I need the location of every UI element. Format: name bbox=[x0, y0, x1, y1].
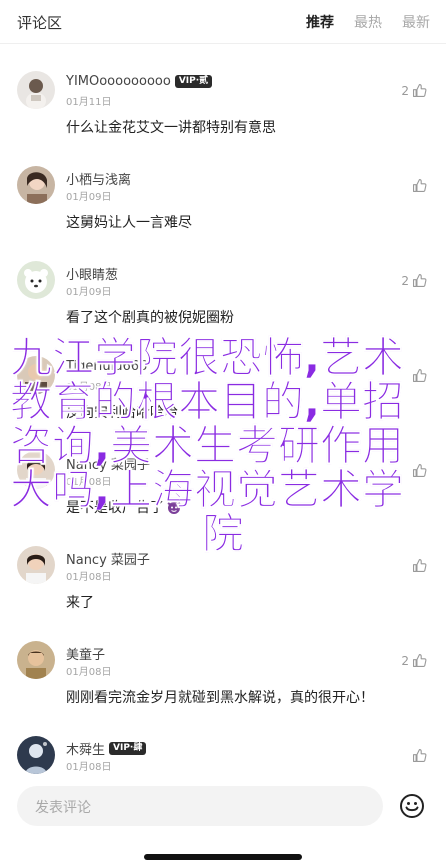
comment-date: 01月08日 bbox=[66, 382, 112, 393]
comment-item: Nancy 菜园子 01月08日 是不是收广告了 bbox=[0, 424, 446, 518]
comment-author-row: 小眼睛葱 bbox=[66, 264, 118, 283]
comment-text: 刚刚看完流金岁月就碰到黑水解说，真的很开心！ bbox=[66, 690, 374, 706]
comment-input[interactable]: 发表评论 bbox=[17, 786, 383, 826]
avatar[interactable] bbox=[17, 736, 55, 774]
comment-text: 是不是收广告了 bbox=[66, 497, 182, 519]
thumbs-up-icon bbox=[411, 177, 428, 194]
comment-input-placeholder: 发表评论 bbox=[35, 800, 91, 816]
comment-list[interactable]: YIMOooooooooo VIP·贰 01月11日 什么让金花艾文一讲都特别有… bbox=[0, 44, 446, 774]
tab-recommended[interactable]: 推荐 bbox=[306, 12, 334, 32]
tab-hottest[interactable]: 最热 bbox=[354, 12, 382, 32]
avatar[interactable] bbox=[17, 166, 55, 204]
comment-author[interactable]: 木舜生 bbox=[66, 739, 105, 758]
comment-author[interactable]: Tigerlulu666 bbox=[66, 359, 147, 374]
comments-header: 评论区 推荐 最热 最新 bbox=[0, 0, 446, 44]
avatar[interactable] bbox=[17, 641, 55, 679]
like-button[interactable]: 2 bbox=[401, 272, 428, 289]
comment-item: Nancy 菜园子 01月08日 来了 bbox=[0, 519, 446, 613]
avatar[interactable] bbox=[17, 261, 55, 299]
comment-author-row: YIMOooooooooo VIP·贰 bbox=[66, 74, 213, 89]
comment-date: 01月09日 bbox=[66, 287, 112, 298]
avatar[interactable] bbox=[17, 451, 55, 489]
header-title: 评论区 bbox=[17, 14, 63, 32]
like-button[interactable] bbox=[409, 462, 428, 479]
comment-text: 什么让金花艾文一讲都特别有意思 bbox=[66, 120, 276, 136]
vip-badge: VIP·肆 bbox=[109, 742, 147, 755]
comment-date: 01月08日 bbox=[66, 477, 112, 488]
avatar[interactable] bbox=[17, 546, 55, 584]
avatar[interactable] bbox=[17, 71, 55, 109]
avatar[interactable] bbox=[17, 356, 55, 394]
emoji-smile-icon[interactable] bbox=[399, 793, 425, 819]
comment-author-row: 美童子 bbox=[66, 644, 105, 663]
like-count: 2 bbox=[401, 273, 409, 288]
comment-text: 看了这个剧真的被倪妮圈粉 bbox=[66, 310, 234, 326]
devil-emoji-icon bbox=[166, 499, 182, 519]
comment-item: YIMOooooooooo VIP·贰 01月11日 什么让金花艾文一讲都特别有… bbox=[0, 44, 446, 138]
like-button[interactable] bbox=[409, 557, 428, 574]
comment-text-body: 是不是收广告了 bbox=[66, 500, 164, 516]
comment-author[interactable]: 小眼睛葱 bbox=[66, 264, 118, 283]
thumbs-up-icon bbox=[411, 272, 428, 289]
comment-text: 来了 bbox=[66, 595, 94, 611]
thumbs-up-icon bbox=[411, 557, 428, 574]
comment-author-row: 小栖与浅离 bbox=[66, 169, 131, 188]
comment-author-row: Tigerlulu666 bbox=[66, 359, 147, 374]
comment-item: 小栖与浅离 01月09日 这舅妈让人一言难尽 bbox=[0, 139, 446, 233]
thumbs-up-icon bbox=[411, 462, 428, 479]
comment-date: 01月11日 bbox=[66, 97, 112, 108]
comment-item: Tigerlulu666 01月08日 反向安利哈哈哈哈 bbox=[0, 329, 446, 423]
home-indicator bbox=[144, 854, 302, 860]
comment-author[interactable]: 小栖与浅离 bbox=[66, 169, 131, 188]
vip-badge: VIP·贰 bbox=[174, 75, 213, 88]
like-button[interactable]: 2 bbox=[401, 652, 428, 669]
comment-input-bar: 发表评论 bbox=[0, 776, 446, 868]
thumbs-up-icon bbox=[411, 652, 428, 669]
comment-date: 01月09日 bbox=[66, 192, 112, 203]
comment-date: 01月08日 bbox=[66, 762, 112, 773]
thumbs-up-icon bbox=[411, 747, 428, 764]
like-count: 2 bbox=[401, 653, 409, 668]
comment-date: 01月08日 bbox=[66, 572, 112, 583]
comment-date: 01月08日 bbox=[66, 667, 112, 678]
comment-author[interactable]: Nancy 菜园子 bbox=[66, 549, 150, 568]
like-button[interactable] bbox=[409, 747, 428, 764]
like-count: 2 bbox=[401, 83, 409, 98]
tab-newest[interactable]: 最新 bbox=[402, 12, 430, 32]
comment-author[interactable]: 美童子 bbox=[66, 644, 105, 663]
thumbs-up-icon bbox=[411, 367, 428, 384]
comment-author-row: Nancy 菜园子 bbox=[66, 454, 150, 473]
thumbs-up-icon bbox=[411, 82, 428, 99]
comment-author-row: Nancy 菜园子 bbox=[66, 549, 150, 568]
like-button[interactable]: 2 bbox=[401, 82, 428, 99]
comment-author-row: 木舜生 VIP·肆 bbox=[66, 739, 147, 758]
like-button[interactable] bbox=[409, 367, 428, 384]
comment-item: 美童子 01月08日 刚刚看完流金岁月就碰到黑水解说，真的很开心！ 2 bbox=[0, 614, 446, 708]
comment-text: 反向安利哈哈哈哈 bbox=[66, 405, 178, 421]
comment-author[interactable]: YIMOooooooooo bbox=[66, 74, 171, 89]
comment-item: 木舜生 VIP·肆 01月08日 bbox=[0, 709, 446, 774]
comment-text: 这舅妈让人一言难尽 bbox=[66, 215, 192, 231]
comment-author[interactable]: Nancy 菜园子 bbox=[66, 454, 150, 473]
like-button[interactable] bbox=[409, 177, 428, 194]
comment-item: 小眼睛葱 01月09日 看了这个剧真的被倪妮圈粉 2 bbox=[0, 234, 446, 328]
sort-tabs: 推荐 最热 最新 bbox=[306, 12, 430, 32]
